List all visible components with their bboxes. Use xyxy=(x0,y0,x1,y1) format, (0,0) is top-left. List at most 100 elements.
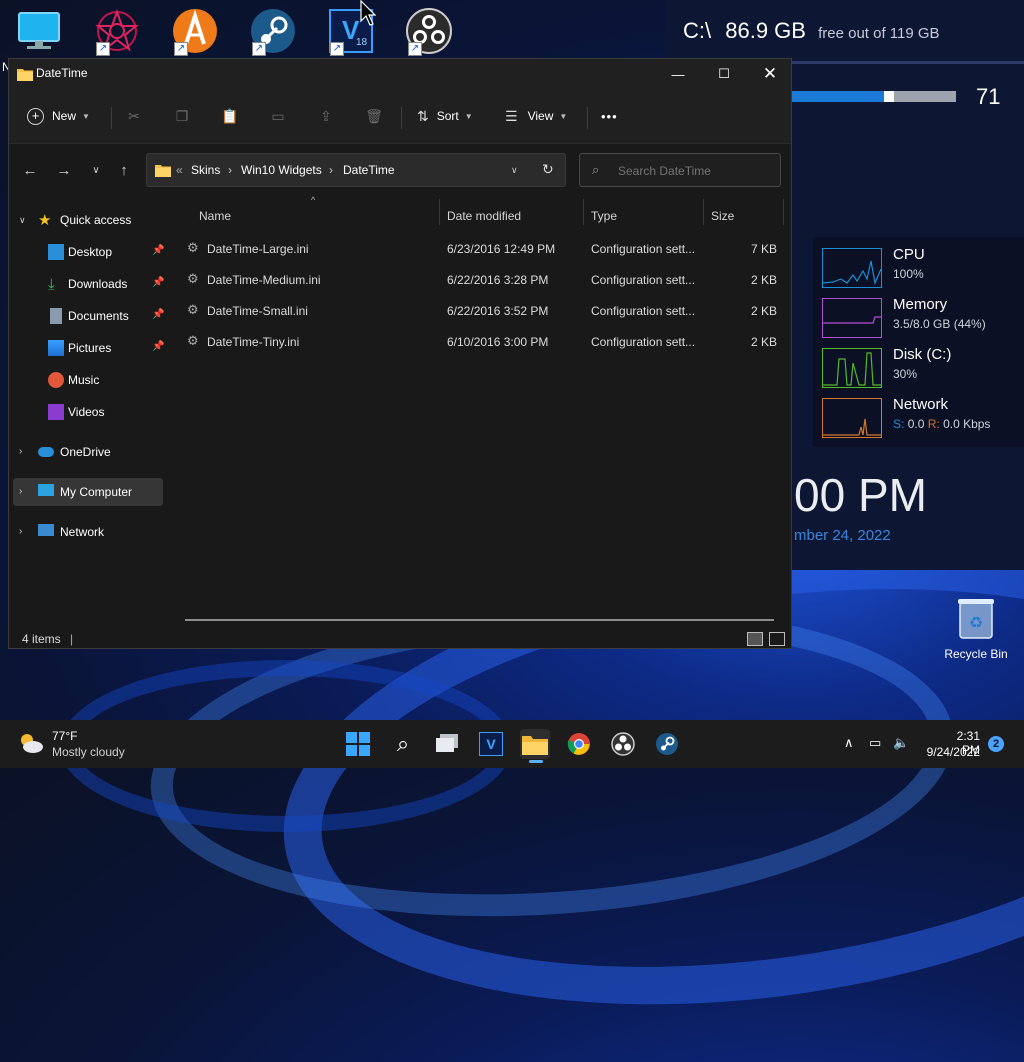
desktop-icon-monitor[interactable] xyxy=(8,6,70,56)
chevron-down-icon[interactable]: ∨ xyxy=(511,165,518,176)
nav-onedrive[interactable]: › OneDrive xyxy=(13,438,163,466)
table-row[interactable]: ⚙ DateTime-Medium.ini 6/22/2016 3:28 PM … xyxy=(185,266,785,294)
cloudy-icon xyxy=(21,734,43,753)
delete-icon[interactable]: 🗑 xyxy=(363,105,385,127)
column-header-type[interactable]: Type xyxy=(591,209,617,223)
taskbar-file-explorer[interactable] xyxy=(520,729,550,763)
address-bar[interactable]: « Skins › Win10 Widgets › DateTime ∨ ↻ xyxy=(146,153,566,187)
horizontal-scrollbar[interactable] xyxy=(185,619,774,621)
sort-button[interactable]: ⇅ Sort ▼ xyxy=(417,103,473,129)
close-button[interactable]: ✕ xyxy=(747,59,793,89)
settings-file-icon: ⚙ xyxy=(187,333,199,348)
pin-icon[interactable]: 📌 xyxy=(152,341,164,352)
nav-item-pictures[interactable]: Pictures 📌 xyxy=(13,334,164,362)
breadcrumb-item[interactable]: Skins xyxy=(191,163,220,177)
weather-desc: Mostly cloudy xyxy=(52,745,125,759)
desktop-icon-steam[interactable]: ↗ xyxy=(242,6,304,56)
perf-cpu: CPU 100% xyxy=(822,246,1022,290)
show-hidden-icons-button[interactable]: ∧ xyxy=(844,735,854,751)
share-icon[interactable]: ⇪ xyxy=(315,105,337,127)
column-header-size[interactable]: Size xyxy=(711,209,734,223)
desktop-icon-rainmeter[interactable]: ↗ xyxy=(86,6,148,56)
chevron-right-icon[interactable]: › xyxy=(19,526,22,537)
column-header-date-modified[interactable]: Date modified xyxy=(447,209,521,223)
folder-icon xyxy=(522,736,548,755)
status-bar: 4 items | xyxy=(22,632,74,646)
folder-icon xyxy=(17,69,33,81)
recycle-bin[interactable]: ♻ Recycle Bin xyxy=(944,596,1008,661)
nav-item-videos[interactable]: Videos xyxy=(13,398,163,426)
forward-button[interactable]: → xyxy=(53,160,75,182)
nav-my-computer[interactable]: › My Computer xyxy=(13,478,163,506)
search-taskbar-button[interactable]: ⌕ xyxy=(388,729,418,759)
more-options-button[interactable]: ••• xyxy=(601,103,618,129)
nav-network[interactable]: › Network xyxy=(13,518,163,546)
notification-badge[interactable]: 2 xyxy=(988,736,1004,752)
copy-icon[interactable]: ❐ xyxy=(171,105,193,127)
performance-widget: CPU 100% Memory 3.5/8.0 GB (44%) Disk (C… xyxy=(813,237,1024,447)
chevron-right-icon[interactable]: › xyxy=(19,446,22,457)
new-button[interactable]: + New ▼ xyxy=(27,103,90,129)
chevron-down-icon: ▼ xyxy=(464,111,473,121)
minimize-button[interactable]: — xyxy=(655,59,701,89)
shortcut-arrow-icon: ↗ xyxy=(408,42,422,56)
details-view-button[interactable] xyxy=(747,632,763,646)
desktop-icon-obs[interactable]: ↗ xyxy=(398,6,460,56)
up-button[interactable]: ↑ xyxy=(113,160,135,182)
shortcut-arrow-icon: ↗ xyxy=(330,42,344,56)
nav-item-desktop[interactable]: Desktop 📌 xyxy=(13,238,164,266)
breadcrumb-item[interactable]: DateTime xyxy=(343,163,395,177)
perf-network: Network S: 0.0 R: 0.0 Kbps xyxy=(822,396,1022,440)
chevron-right-icon[interactable]: › xyxy=(19,486,22,497)
rename-icon[interactable]: ▭ xyxy=(267,105,289,127)
chevron-down-icon: ▼ xyxy=(559,111,568,121)
sort-indicator-icon: ^ xyxy=(311,195,316,205)
svg-text:♻: ♻ xyxy=(969,613,983,632)
pin-icon[interactable]: 📌 xyxy=(152,309,164,320)
chevron-down-icon[interactable]: ∨ xyxy=(19,215,26,226)
breadcrumb-item[interactable]: Win10 Widgets xyxy=(241,163,322,177)
taskbar-vegas[interactable]: V xyxy=(476,729,506,759)
maximize-button[interactable]: ☐ xyxy=(701,59,747,89)
search-box[interactable]: ⌕ xyxy=(579,153,781,187)
nav-item-documents[interactable]: Documents 📌 xyxy=(13,302,164,330)
meter-fill xyxy=(792,91,884,102)
column-header-name[interactable]: Name xyxy=(199,209,231,223)
clock-time: 00 PM xyxy=(794,469,927,521)
table-row[interactable]: ⚙ DateTime-Large.ini 6/23/2016 12:49 PM … xyxy=(185,235,785,263)
back-button[interactable]: ← xyxy=(19,160,41,182)
nav-item-downloads[interactable]: ⤓ Downloads 📌 xyxy=(13,270,164,298)
paste-icon[interactable]: 📋 xyxy=(219,105,241,127)
volume-icon[interactable]: 🔈 xyxy=(893,735,909,751)
disk-drive: C:\ xyxy=(683,18,712,43)
shortcut-arrow-icon: ↗ xyxy=(252,42,266,56)
network-icon xyxy=(38,524,54,536)
pin-icon[interactable]: 📌 xyxy=(152,245,164,256)
table-row[interactable]: ⚙ DateTime-Small.ini 6/22/2016 3:52 PM C… xyxy=(185,297,785,325)
search-icon: ⌕ xyxy=(396,731,410,756)
title-bar[interactable]: DateTime — ☐ ✕ xyxy=(9,59,791,89)
command-bar: + New ▼ ✂ ❐ 📋 ▭ ⇪ 🗑 ⇅ Sort ▼ ☰ View ▼ ••… xyxy=(9,89,791,144)
download-icon: ⤓ xyxy=(48,276,55,293)
taskbar-obs[interactable] xyxy=(608,729,638,759)
pin-icon[interactable]: 📌 xyxy=(152,277,164,288)
breadcrumb-overflow[interactable]: « xyxy=(176,163,183,177)
view-button[interactable]: ☰ View ▼ xyxy=(505,103,567,129)
large-icons-view-button[interactable] xyxy=(769,632,785,646)
refresh-icon[interactable]: ↻ xyxy=(542,161,554,178)
cut-icon[interactable]: ✂ xyxy=(123,105,145,127)
recent-locations-button[interactable]: ∨ xyxy=(85,160,107,182)
network-status-icon[interactable]: ▭ xyxy=(869,735,881,751)
pictures-icon xyxy=(48,340,64,356)
monitor-icon xyxy=(18,12,60,49)
desktop-icon-aimp[interactable]: ↗ xyxy=(164,6,226,56)
taskbar-steam[interactable] xyxy=(652,729,682,759)
network-graph xyxy=(822,398,882,438)
task-view-button[interactable] xyxy=(432,729,462,759)
nav-item-music[interactable]: Music xyxy=(13,366,163,394)
start-button[interactable] xyxy=(343,729,373,759)
table-row[interactable]: ⚙ DateTime-Tiny.ini 6/10/2016 3:00 PM Co… xyxy=(185,328,785,356)
nav-quick-access[interactable]: ∨ ★ Quick access xyxy=(13,206,163,234)
taskbar-chrome[interactable] xyxy=(564,729,594,759)
search-input[interactable] xyxy=(616,161,770,181)
